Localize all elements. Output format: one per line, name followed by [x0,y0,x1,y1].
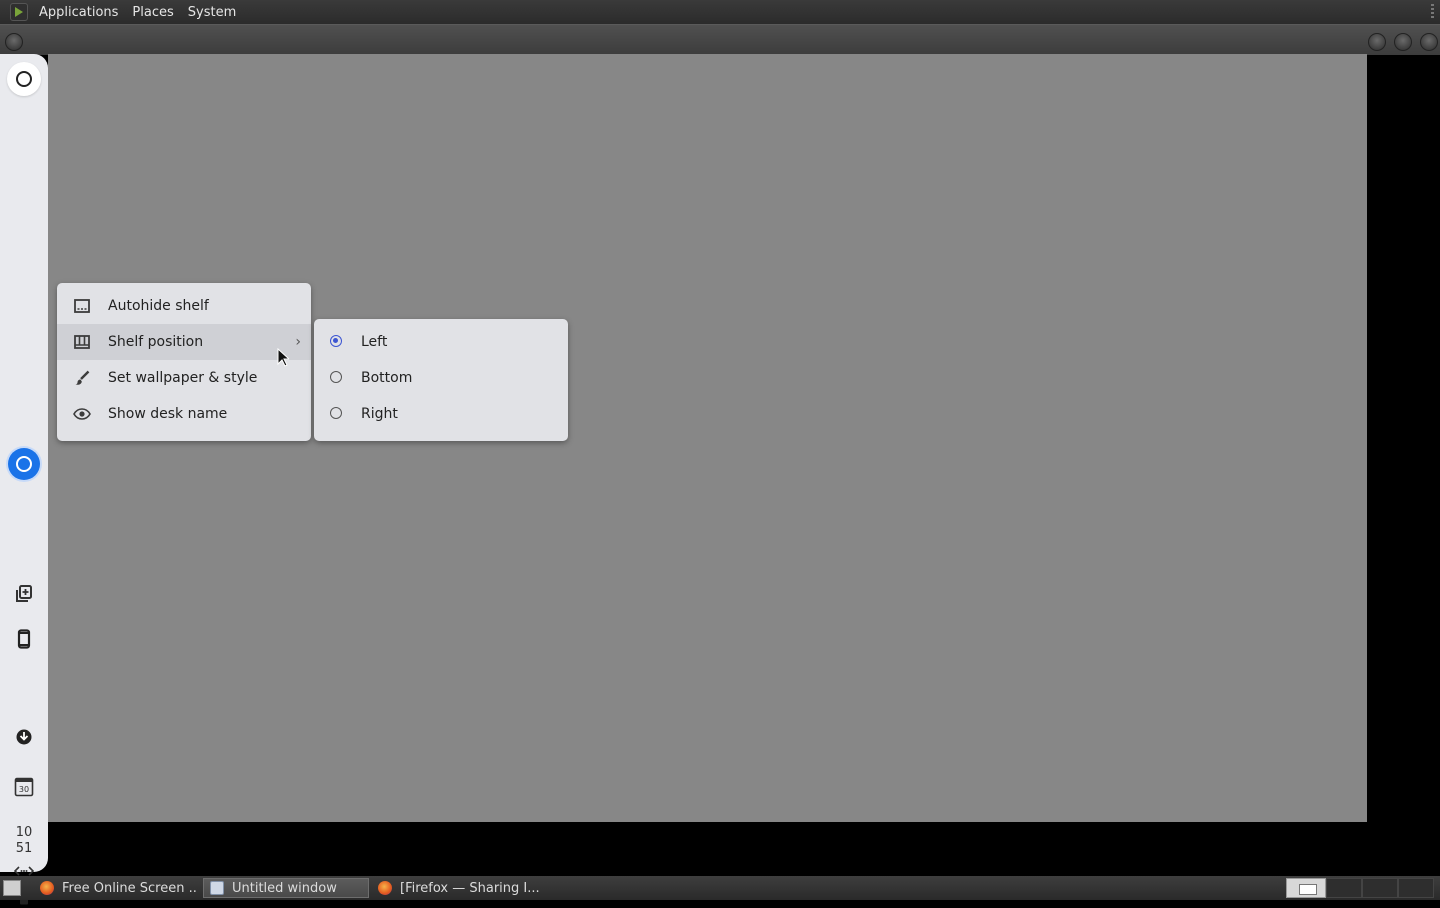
applications-logo-icon[interactable] [10,3,28,21]
menu-item-show-desk-name[interactable]: Show desk name [57,396,311,432]
task-label: [Firefox — Sharing I... [400,880,540,896]
workspace-2[interactable] [1326,878,1362,898]
copy-button[interactable] [7,577,41,611]
calendar-button[interactable]: 30 [7,770,41,804]
option-bottom[interactable]: Bottom [314,360,568,396]
window-menu-button[interactable] [5,33,23,51]
menu-item-label: Autohide shelf [108,298,209,314]
task-label: Free Online Screen ... [62,880,198,896]
option-right[interactable]: Right [314,396,568,432]
shelf-clock[interactable]: 10 51 [0,825,48,857]
top-panel: Applications Places System [0,0,1440,24]
menu-places[interactable]: Places [125,5,180,20]
chrome-app-button[interactable] [7,447,41,481]
task-label: Untitled window [232,880,337,896]
network-icon [14,866,34,876]
window-titlebar[interactable] [0,24,1440,55]
radio-selected[interactable] [330,335,342,347]
shelf: 30 10 51 [0,54,48,905]
option-label: Right [361,406,398,422]
menu-item-set-wallpaper[interactable]: Set wallpaper & style [57,360,311,396]
task-free-online-screen[interactable]: Free Online Screen ... [34,878,198,898]
minimize-button[interactable] [1368,33,1386,51]
svg-text:30: 30 [19,785,29,794]
shelf-position-icon [73,333,91,351]
bottom-taskbar: Free Online Screen ... Untitled window [… [0,876,1440,900]
phone-icon [17,629,31,649]
brush-icon [73,369,91,387]
menu-item-autohide-shelf[interactable]: Autohide shelf [57,288,311,324]
task-untitled-window[interactable]: Untitled window [203,878,369,898]
clock-hour: 10 [15,825,33,840]
calendar-icon: 30 [14,777,34,797]
chevron-right-icon: › [295,334,301,350]
menu-system[interactable]: System [181,5,243,20]
menu-item-label: Shelf position [108,334,204,350]
launcher-button[interactable] [7,62,41,96]
launcher-icon [16,71,32,87]
workspace-4[interactable] [1398,878,1434,898]
workspace-3[interactable] [1362,878,1398,898]
task-firefox-sharing[interactable]: [Firefox — Sharing I... [372,878,540,898]
shelf-position-submenu: Left Bottom Right [314,319,568,441]
radio-unselected[interactable] [330,407,342,419]
menu-applications[interactable]: Applications [32,5,125,20]
option-label: Left [361,334,388,350]
mouse-cursor-icon [277,348,289,367]
option-left[interactable]: Left [314,324,568,360]
clock-minute: 51 [15,841,33,856]
autohide-icon [73,297,91,315]
window-icon [210,881,224,895]
close-button[interactable] [1420,33,1438,51]
eye-icon [73,405,91,423]
workspace-1[interactable] [1286,878,1326,898]
download-button[interactable] [7,720,41,754]
download-icon [16,729,32,745]
chrome-icon [8,448,40,480]
firefox-icon [40,881,54,895]
option-label: Bottom [361,370,413,386]
menu-item-label: Show desk name [108,406,228,422]
phone-hub-button[interactable] [7,622,41,656]
menu-item-label: Set wallpaper & style [108,370,258,386]
maximize-button[interactable] [1394,33,1412,51]
radio-unselected[interactable] [330,371,342,383]
copy-icon [16,585,32,602]
menu-item-shelf-position[interactable]: Shelf position › [57,324,311,360]
shelf-context-menu: Autohide shelf Shelf position › Set wall… [57,283,311,441]
show-desktop-icon[interactable] [3,880,21,896]
firefox-icon [378,881,392,895]
panel-grip[interactable] [1431,4,1434,20]
